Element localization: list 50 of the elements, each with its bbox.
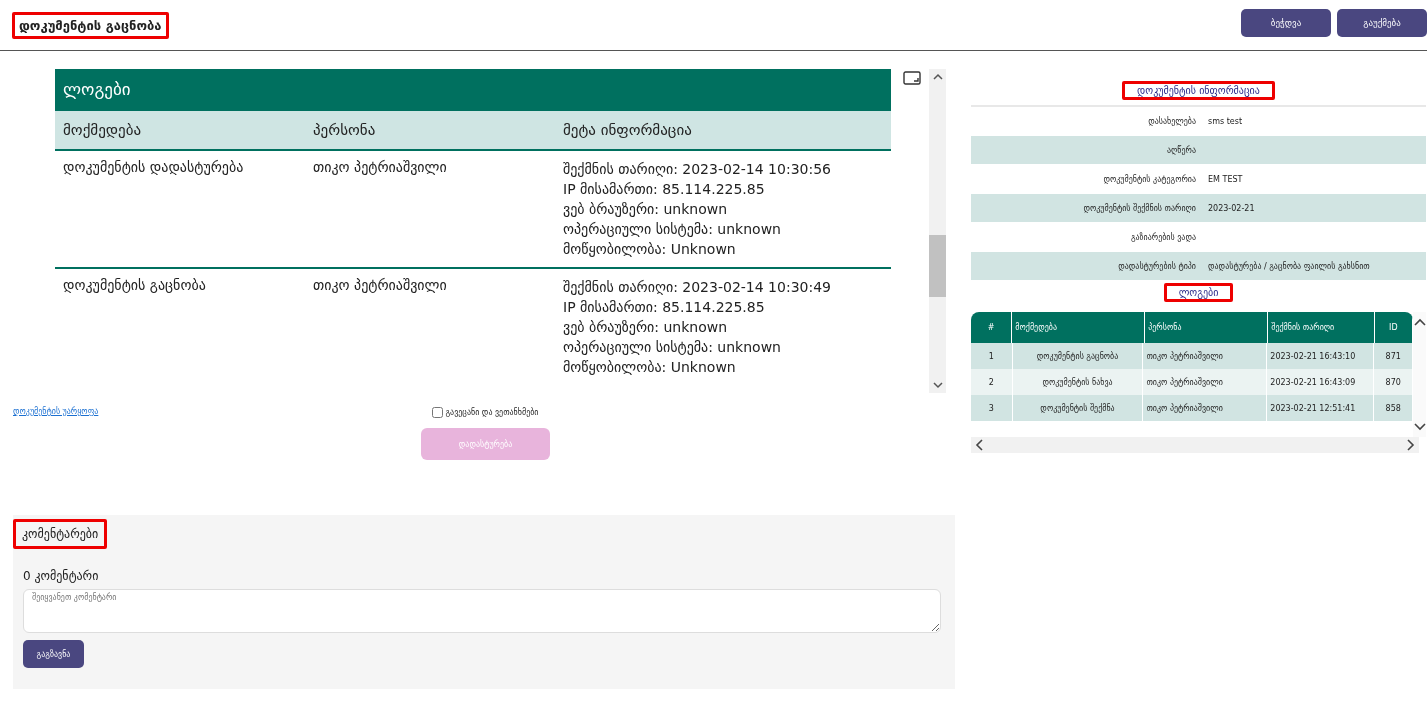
info-value: EM TEST xyxy=(1208,174,1244,184)
meta-line: მოწყობილობა: Unknown xyxy=(563,358,737,377)
comments-heading: კომენტარები xyxy=(13,519,108,549)
cancel-button[interactable]: გაუქმება xyxy=(1337,9,1427,37)
agree-label: გავეცანი და ვეთანხმები xyxy=(445,408,539,417)
meta-line: ვებ ბრაუზერი: unknown xyxy=(563,318,729,337)
info-heading: დოკუმენტის ინფორმაცია xyxy=(1122,81,1275,100)
meta-line: IP მისამართი: 85.114.225.85 xyxy=(563,180,766,199)
scroll-left-icon[interactable] xyxy=(975,437,983,453)
table-cell: 2023-02-21 12:51:41 xyxy=(1267,395,1375,421)
meta-line: IP მისამართი: 85.114.225.85 xyxy=(563,298,766,317)
person-text: თიკო პეტრიაშვილი xyxy=(313,277,448,295)
meta-line: ოპერაციული სისტემა: unknown xyxy=(563,220,782,239)
table-cell: 3 xyxy=(971,395,1013,421)
info-label: დასახელება xyxy=(1147,116,1197,126)
expand-icon[interactable] xyxy=(903,71,921,85)
info-label: გაზიარების ვადა xyxy=(1129,232,1197,242)
logs-heading: ლოგები xyxy=(1163,283,1234,302)
info-value: sms test xyxy=(1208,116,1244,126)
info-value: დადასტურება / გაცნობა ფაილის გახსნით xyxy=(1208,261,1371,271)
meta-line: მოწყობილობა: Unknown xyxy=(563,240,737,259)
print-button[interactable]: ბეჭდვა xyxy=(1241,9,1331,37)
table-cell: დოკუმენტის შექმნა xyxy=(1012,395,1144,421)
send-button[interactable]: გაგზავნა xyxy=(23,640,84,668)
info-label: აღწერა xyxy=(1166,145,1197,155)
scroll-thumb[interactable] xyxy=(929,235,946,297)
meta-line: შექმნის თარიღი: 2023-02-14 10:30:56 xyxy=(563,160,832,179)
column-label: პერსონა xyxy=(313,121,377,141)
document-heading: ლოგები xyxy=(55,69,891,111)
scroll-right-icon[interactable] xyxy=(1407,437,1415,453)
comment-field[interactable]: შეიყვანეთ კომენტარი xyxy=(23,589,941,633)
person-text: თიკო პეტრიაშვილი xyxy=(313,159,448,177)
info-label: დოკუმენტის კატეგორია xyxy=(1102,174,1197,184)
scrollbar[interactable] xyxy=(929,69,946,393)
reject-link[interactable]: დოკუმენტის უარყოფა xyxy=(13,407,99,416)
meta-line: შექმნის თარიღი: 2023-02-14 10:30:49 xyxy=(563,278,832,297)
info-label: დადასტურების ტიპი xyxy=(1117,261,1197,271)
column-label: მეტა ინფორმაცია xyxy=(563,121,693,141)
meta-line: ოპერაციული სისტემა: unknown xyxy=(563,338,782,357)
info-label: დოკუმენტის შექმნის თარიღი xyxy=(1082,203,1197,213)
action-text: დოკუმენტის გაცნობა xyxy=(63,277,207,295)
action-text: დოკუმენტის დადასტურება xyxy=(63,159,245,177)
table-cell: თიკო პეტრიაშვილი xyxy=(1143,395,1268,421)
meta-line: ვებ ბრაუზერი: unknown xyxy=(563,200,729,219)
column-label: მოქმედება xyxy=(63,121,143,141)
horizontal-scrollbar[interactable] xyxy=(971,437,1419,453)
page-title: დოკუმენტის გაცნობა xyxy=(12,11,169,39)
agree-checkbox[interactable] xyxy=(432,407,444,418)
comment-count: 0 კომენტარი xyxy=(23,569,99,583)
info-value: 2023-02-21 xyxy=(1208,203,1256,213)
